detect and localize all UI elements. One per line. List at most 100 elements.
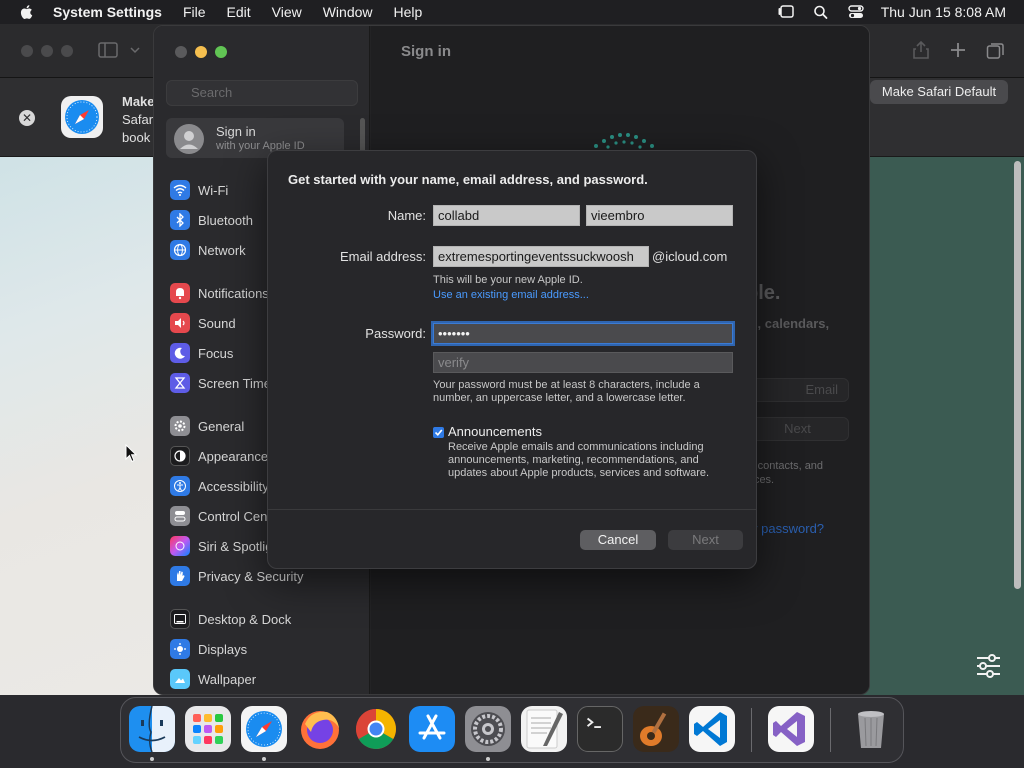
safari-minimize-button[interactable] xyxy=(41,45,53,57)
sidebar-scrollbar[interactable] xyxy=(360,118,365,152)
verify-password-field[interactable]: verify xyxy=(433,352,733,373)
announcements-label[interactable]: Announcements xyxy=(448,424,542,439)
bg-email-field: Email xyxy=(746,378,849,402)
spotlight-search-icon[interactable] xyxy=(812,4,830,20)
sidebar-item-desktop-dock[interactable]: Desktop & Dock xyxy=(170,607,360,631)
sidebar-item-label: Focus xyxy=(198,345,234,361)
dock-launchpad-icon[interactable] xyxy=(185,706,231,752)
mouse-cursor-icon xyxy=(125,444,137,463)
avatar xyxy=(174,124,204,154)
bg-text-contacts: s, contacts, and xyxy=(746,460,824,472)
moon-icon xyxy=(170,343,190,363)
sidebar-item-displays[interactable]: Displays xyxy=(170,637,360,661)
last-name-field[interactable]: vieembro xyxy=(586,205,733,226)
menu-view[interactable]: View xyxy=(272,4,302,20)
sheet-divider xyxy=(268,509,756,510)
email-field[interactable]: extremesportingeventssuckwoosh xyxy=(433,246,649,267)
sidebar-item-wallpaper[interactable]: Wallpaper xyxy=(170,667,360,691)
zoom-button[interactable] xyxy=(215,46,227,58)
dock-safari-icon[interactable] xyxy=(241,706,287,752)
first-name-field[interactable]: collabd xyxy=(433,205,580,226)
page-scrollbar[interactable] xyxy=(1014,161,1021,589)
sidebar-item-label: Displays xyxy=(198,641,248,657)
dock-separator xyxy=(751,708,752,752)
new-tab-icon[interactable] xyxy=(949,41,967,59)
menu-file[interactable]: File xyxy=(183,4,206,20)
close-button[interactable] xyxy=(175,46,187,58)
sidebar-item-label: Wi-Fi xyxy=(198,182,229,198)
announcements-desc-line-2: announcements, marketing, recommendation… xyxy=(448,454,699,466)
sheet-title: Get started with your name, email addres… xyxy=(288,172,648,187)
dock-app-store-icon[interactable] xyxy=(409,706,455,752)
sidebar-item-label: Appearance xyxy=(198,448,269,464)
control-centre-icon xyxy=(170,506,190,526)
customize-start-page-icon[interactable] xyxy=(975,654,1002,678)
menu-bar: System Settings File Edit View Window He… xyxy=(0,0,1024,24)
dock xyxy=(120,697,904,763)
menubar-clock[interactable]: Thu Jun 15 8:08 AM xyxy=(881,4,1006,20)
sidebar-item-label: Accessibility xyxy=(198,478,269,494)
dock-terminal-icon[interactable] xyxy=(577,706,623,752)
hourglass-icon xyxy=(170,373,190,393)
gear-icon xyxy=(170,416,190,436)
dock-textedit-icon[interactable] xyxy=(521,706,567,752)
chevron-down-icon[interactable] xyxy=(130,46,140,54)
dock-system-settings-icon[interactable] xyxy=(465,706,511,752)
bg-next-button: Next xyxy=(746,417,849,441)
sidebar-toggle-icon[interactable] xyxy=(98,42,118,58)
dock-vscode-icon[interactable] xyxy=(689,706,735,752)
dock-chrome-icon[interactable] xyxy=(353,706,399,752)
page-title: Sign in xyxy=(401,43,451,60)
dock-firefox-icon[interactable] xyxy=(297,706,343,752)
next-button[interactable]: Next xyxy=(668,530,743,550)
siri-icon xyxy=(170,536,190,556)
apple-menu-icon[interactable] xyxy=(18,3,36,21)
control-center-icon[interactable] xyxy=(847,4,865,20)
checkmark-icon xyxy=(434,429,443,436)
email-address-label: Email address: xyxy=(340,249,426,264)
sidebar-search-input[interactable]: Search xyxy=(166,80,358,106)
password-field[interactable]: ••••••• xyxy=(433,323,733,344)
name-label: Name: xyxy=(387,208,426,223)
safari-close-button[interactable] xyxy=(21,45,33,57)
sidebar-item-label: Sound xyxy=(198,315,236,331)
dock-garageband-icon[interactable] xyxy=(633,706,679,752)
cancel-button[interactable]: Cancel xyxy=(580,530,656,550)
stage-manager-icon[interactable] xyxy=(777,4,795,20)
safari-zoom-button[interactable] xyxy=(61,45,73,57)
dock-trash-icon[interactable] xyxy=(848,706,894,752)
announcements-desc-line-3: updates about Apple products, services a… xyxy=(448,467,710,479)
share-icon[interactable] xyxy=(912,40,930,60)
email-domain-suffix: @icloud.com xyxy=(652,249,728,264)
sidebar-item-label: Bluetooth xyxy=(198,212,253,228)
make-safari-default-button[interactable]: Make Safari Default xyxy=(870,80,1008,104)
globe-icon xyxy=(170,240,190,260)
dock-finder-icon[interactable] xyxy=(129,706,175,752)
announcements-checkbox[interactable] xyxy=(433,427,444,438)
forgot-password-link: or password? xyxy=(746,521,825,536)
menu-app-name[interactable]: System Settings xyxy=(53,4,162,20)
sidebar-item-label: Notifications xyxy=(198,285,269,301)
dock-visual-studio-icon[interactable] xyxy=(768,706,814,752)
bell-icon xyxy=(170,283,190,303)
page-backdrop xyxy=(860,157,1024,695)
banner-close-icon[interactable]: ✕ xyxy=(19,110,35,126)
sidebar-item-label: Network xyxy=(198,242,246,258)
menu-window[interactable]: Window xyxy=(323,4,373,20)
dock-separator xyxy=(830,708,831,752)
password-helper-line-2: number, an uppercase letter, and a lower… xyxy=(433,392,686,404)
sign-in-label: Sign in xyxy=(216,124,256,139)
safari-logo xyxy=(61,96,103,138)
tab-overview-icon[interactable] xyxy=(986,41,1005,60)
create-apple-id-sheet: Get started with your name, email addres… xyxy=(267,150,757,569)
use-existing-email-link[interactable]: Use an existing email address... xyxy=(433,289,589,301)
speaker-icon xyxy=(170,313,190,333)
menu-edit[interactable]: Edit xyxy=(227,4,251,20)
sidebar-item-label: Desktop & Dock xyxy=(198,611,292,627)
sidebar-item-label: Wallpaper xyxy=(198,671,257,687)
menu-help[interactable]: Help xyxy=(394,4,423,20)
minimize-button[interactable] xyxy=(195,46,207,58)
announcements-desc-line-1: Receive Apple emails and communications … xyxy=(448,441,704,453)
sidebar-item-label: Privacy & Security xyxy=(198,568,304,584)
apple-id-dots-graphic xyxy=(594,133,654,149)
